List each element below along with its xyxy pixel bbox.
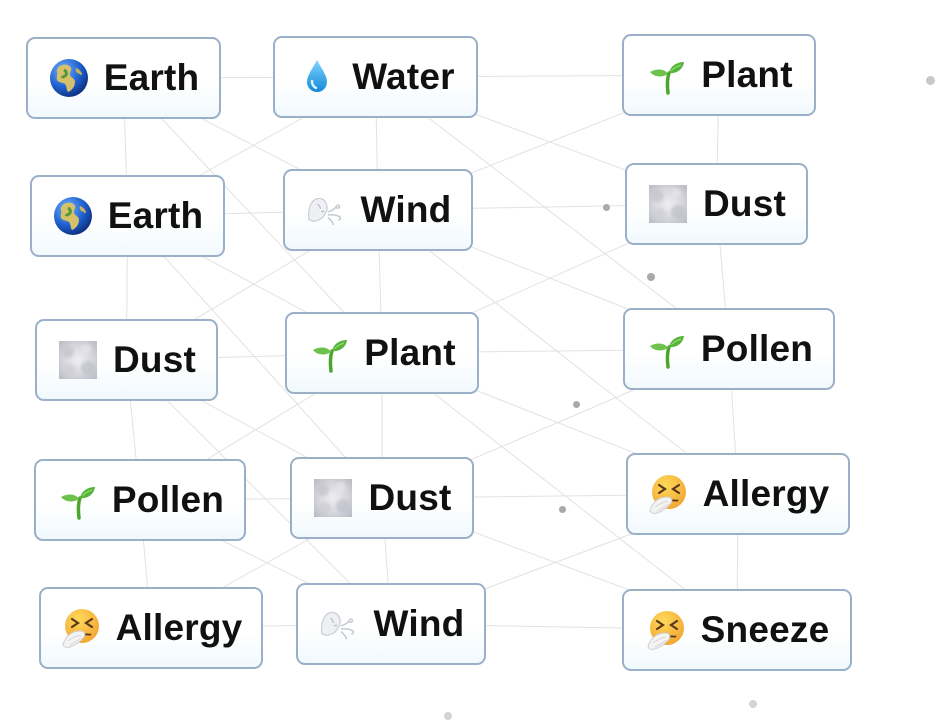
drop-target-dot [749,700,757,708]
element-label: Earth [103,57,200,98]
element-tile-allergy[interactable]: Allergy [39,587,263,669]
element-tile-dust[interactable]: Dust [625,163,808,245]
seedling-icon [308,332,350,374]
sneezing-face-icon [60,607,102,649]
element-tile-dust[interactable]: Dust [35,319,218,401]
element-tile-water[interactable]: Water [273,36,478,118]
globe-africa-icon [52,195,94,237]
element-tile-wind[interactable]: Wind [283,169,473,251]
element-tile-earth[interactable]: Earth [26,37,221,119]
element-label: Wind [373,603,465,644]
element-label: Sneeze [700,609,830,650]
seedling-icon [56,479,98,521]
element-label: Dust [368,477,452,518]
element-tile-pollen[interactable]: Pollen [623,308,835,390]
element-tile-plant[interactable]: Plant [285,312,479,394]
element-label: Plant [701,54,793,95]
seedling-icon [645,54,687,96]
sneezing-face-icon [647,473,689,515]
drop-target-dot [603,204,610,211]
element-label: Plant [364,332,456,373]
element-tile-wind[interactable]: Wind [296,583,486,665]
element-tile-earth[interactable]: Earth [30,175,225,257]
drop-target-dot [573,401,580,408]
dust-cloud-icon [57,339,99,381]
element-label: Dust [702,183,787,224]
sneezing-face-icon [645,609,687,651]
droplet-icon [296,56,338,98]
element-tile-dust[interactable]: Dust [290,457,474,539]
element-label: Earth [107,195,204,236]
element-label: Allergy [702,473,830,514]
element-label: Wind [360,189,452,230]
element-label: Pollen [700,328,814,369]
element-tile-pollen[interactable]: Pollen [34,459,246,541]
dust-cloud-icon [647,183,689,225]
element-tile-allergy[interactable]: Allergy [626,453,850,535]
drop-target-dot [647,273,655,281]
element-tile-sneeze[interactable]: Sneeze [622,589,852,671]
element-tile-plant[interactable]: Plant [622,34,816,116]
drop-target-dot [926,76,935,85]
globe-africa-icon [48,57,90,99]
drop-target-dot [444,712,452,720]
element-label: Allergy [115,607,243,648]
element-label: Dust [112,339,197,380]
drop-target-dot [559,506,566,513]
craft-canvas[interactable]: Earth Water Plant Earth Wind Dust Dust P… [0,0,952,720]
element-label: Pollen [111,479,225,520]
element-label: Water [352,56,455,97]
dust-cloud-icon [312,477,354,519]
seedling-icon [645,328,687,370]
wind-face-icon [305,189,347,231]
wind-face-icon [318,603,360,645]
